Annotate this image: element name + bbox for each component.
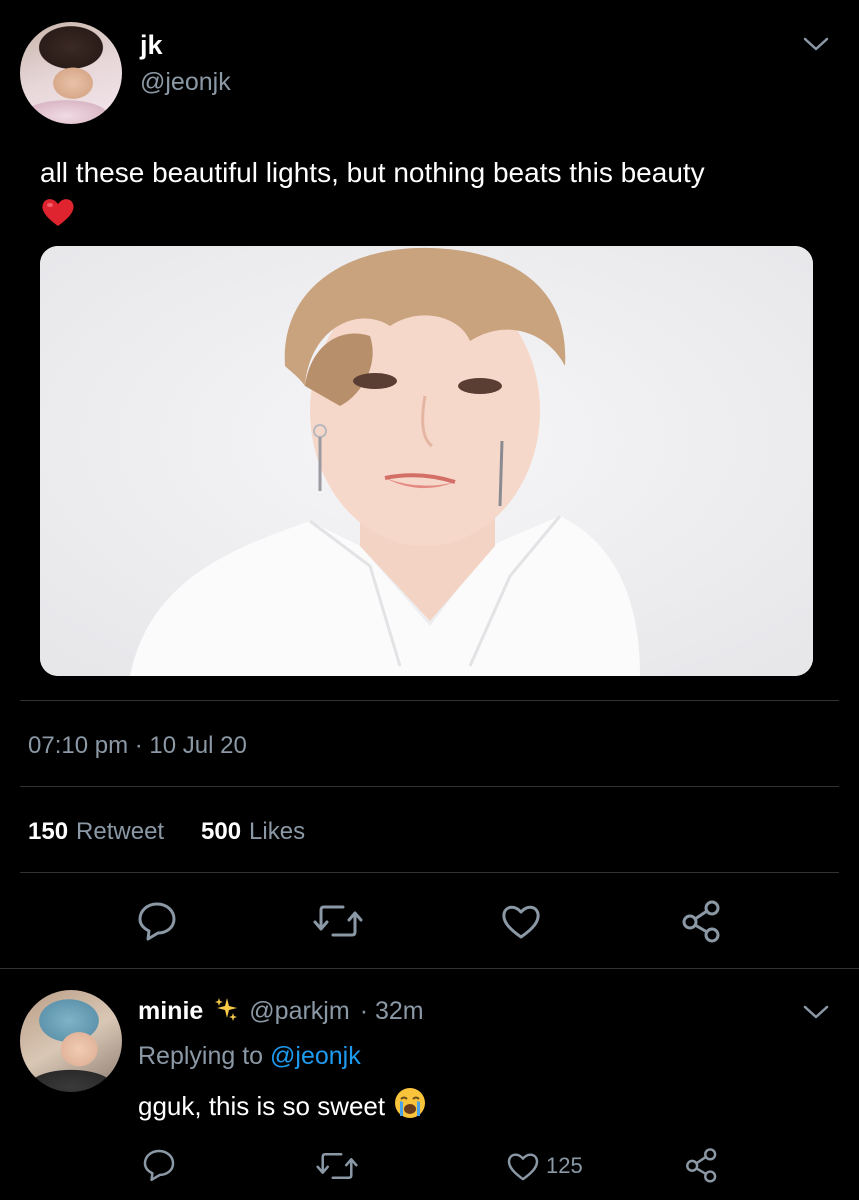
likes-stat[interactable]: 500 Likes bbox=[201, 818, 305, 846]
chevron-down-icon[interactable] bbox=[802, 34, 830, 54]
reply-like-count: 125 bbox=[546, 1153, 583, 1178]
crying-emoji-icon bbox=[393, 1086, 427, 1127]
reply-body: gguk, this is so sweet bbox=[138, 1086, 427, 1127]
author-avatar[interactable] bbox=[20, 22, 122, 124]
reply-author-avatar[interactable] bbox=[20, 990, 122, 1092]
reply-author-name[interactable]: minie bbox=[138, 997, 203, 1026]
reply-icon[interactable] bbox=[134, 898, 180, 944]
share-icon[interactable] bbox=[684, 1146, 720, 1184]
retweet-icon[interactable] bbox=[316, 1148, 358, 1184]
retweet-stat[interactable]: 150 Retweet bbox=[28, 818, 164, 846]
reply-author-handle[interactable]: @parkjm bbox=[249, 997, 349, 1026]
reply-icon[interactable] bbox=[140, 1146, 178, 1184]
tweet-image[interactable] bbox=[40, 246, 813, 676]
tweet-text: all these beautiful lights, but nothing … bbox=[40, 157, 705, 188]
retweet-icon[interactable] bbox=[313, 900, 363, 942]
author-handle[interactable]: @jeonjk bbox=[140, 68, 231, 97]
replying-to-handle[interactable]: @jeonjk bbox=[270, 1042, 361, 1070]
divider bbox=[20, 786, 839, 787]
tweet-timestamp[interactable]: 07:10 pm · 10 Jul 20 bbox=[28, 732, 247, 760]
reply-like[interactable]: 125 bbox=[504, 1148, 583, 1184]
sparkles-emoji-icon bbox=[213, 996, 239, 1027]
retweet-label: Retweet bbox=[76, 818, 165, 845]
like-icon[interactable] bbox=[504, 1148, 542, 1184]
author-name[interactable]: jk bbox=[140, 30, 163, 61]
like-icon[interactable] bbox=[498, 899, 544, 943]
divider bbox=[20, 872, 839, 873]
share-icon[interactable] bbox=[680, 898, 724, 944]
reply-time[interactable]: · 32m bbox=[360, 997, 424, 1026]
divider bbox=[0, 968, 859, 969]
retweet-count: 150 bbox=[28, 818, 69, 845]
reply-text: gguk, this is so sweet bbox=[138, 1091, 386, 1121]
replying-to: Replying to @jeonjk bbox=[138, 1042, 361, 1071]
likes-count: 500 bbox=[201, 818, 242, 845]
chevron-down-icon[interactable] bbox=[802, 1002, 830, 1022]
replying-to-label: Replying to bbox=[138, 1042, 264, 1070]
divider bbox=[20, 700, 839, 701]
heart-emoji-icon bbox=[40, 196, 76, 228]
reply-header: minie @parkjm · 32m bbox=[138, 996, 424, 1027]
likes-label: Likes bbox=[249, 818, 306, 845]
